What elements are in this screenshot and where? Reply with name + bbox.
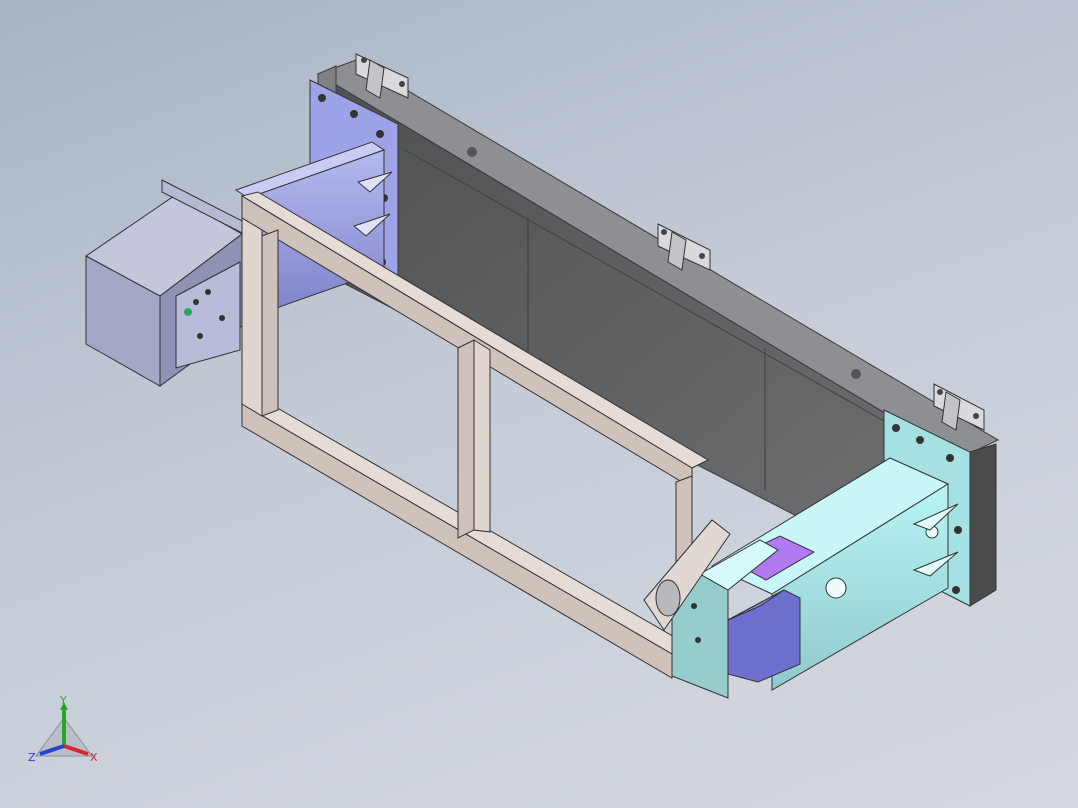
z-axis-label: Z bbox=[28, 751, 36, 764]
cad-viewport[interactable]: Y X Z bbox=[0, 0, 1078, 808]
end-box-left[interactable] bbox=[85, 179, 253, 387]
orientation-triad[interactable]: Y X Z bbox=[26, 694, 106, 770]
assembly-model[interactable] bbox=[0, 0, 1078, 808]
y-axis-label: Y bbox=[59, 694, 67, 707]
x-axis-label: X bbox=[90, 751, 98, 764]
